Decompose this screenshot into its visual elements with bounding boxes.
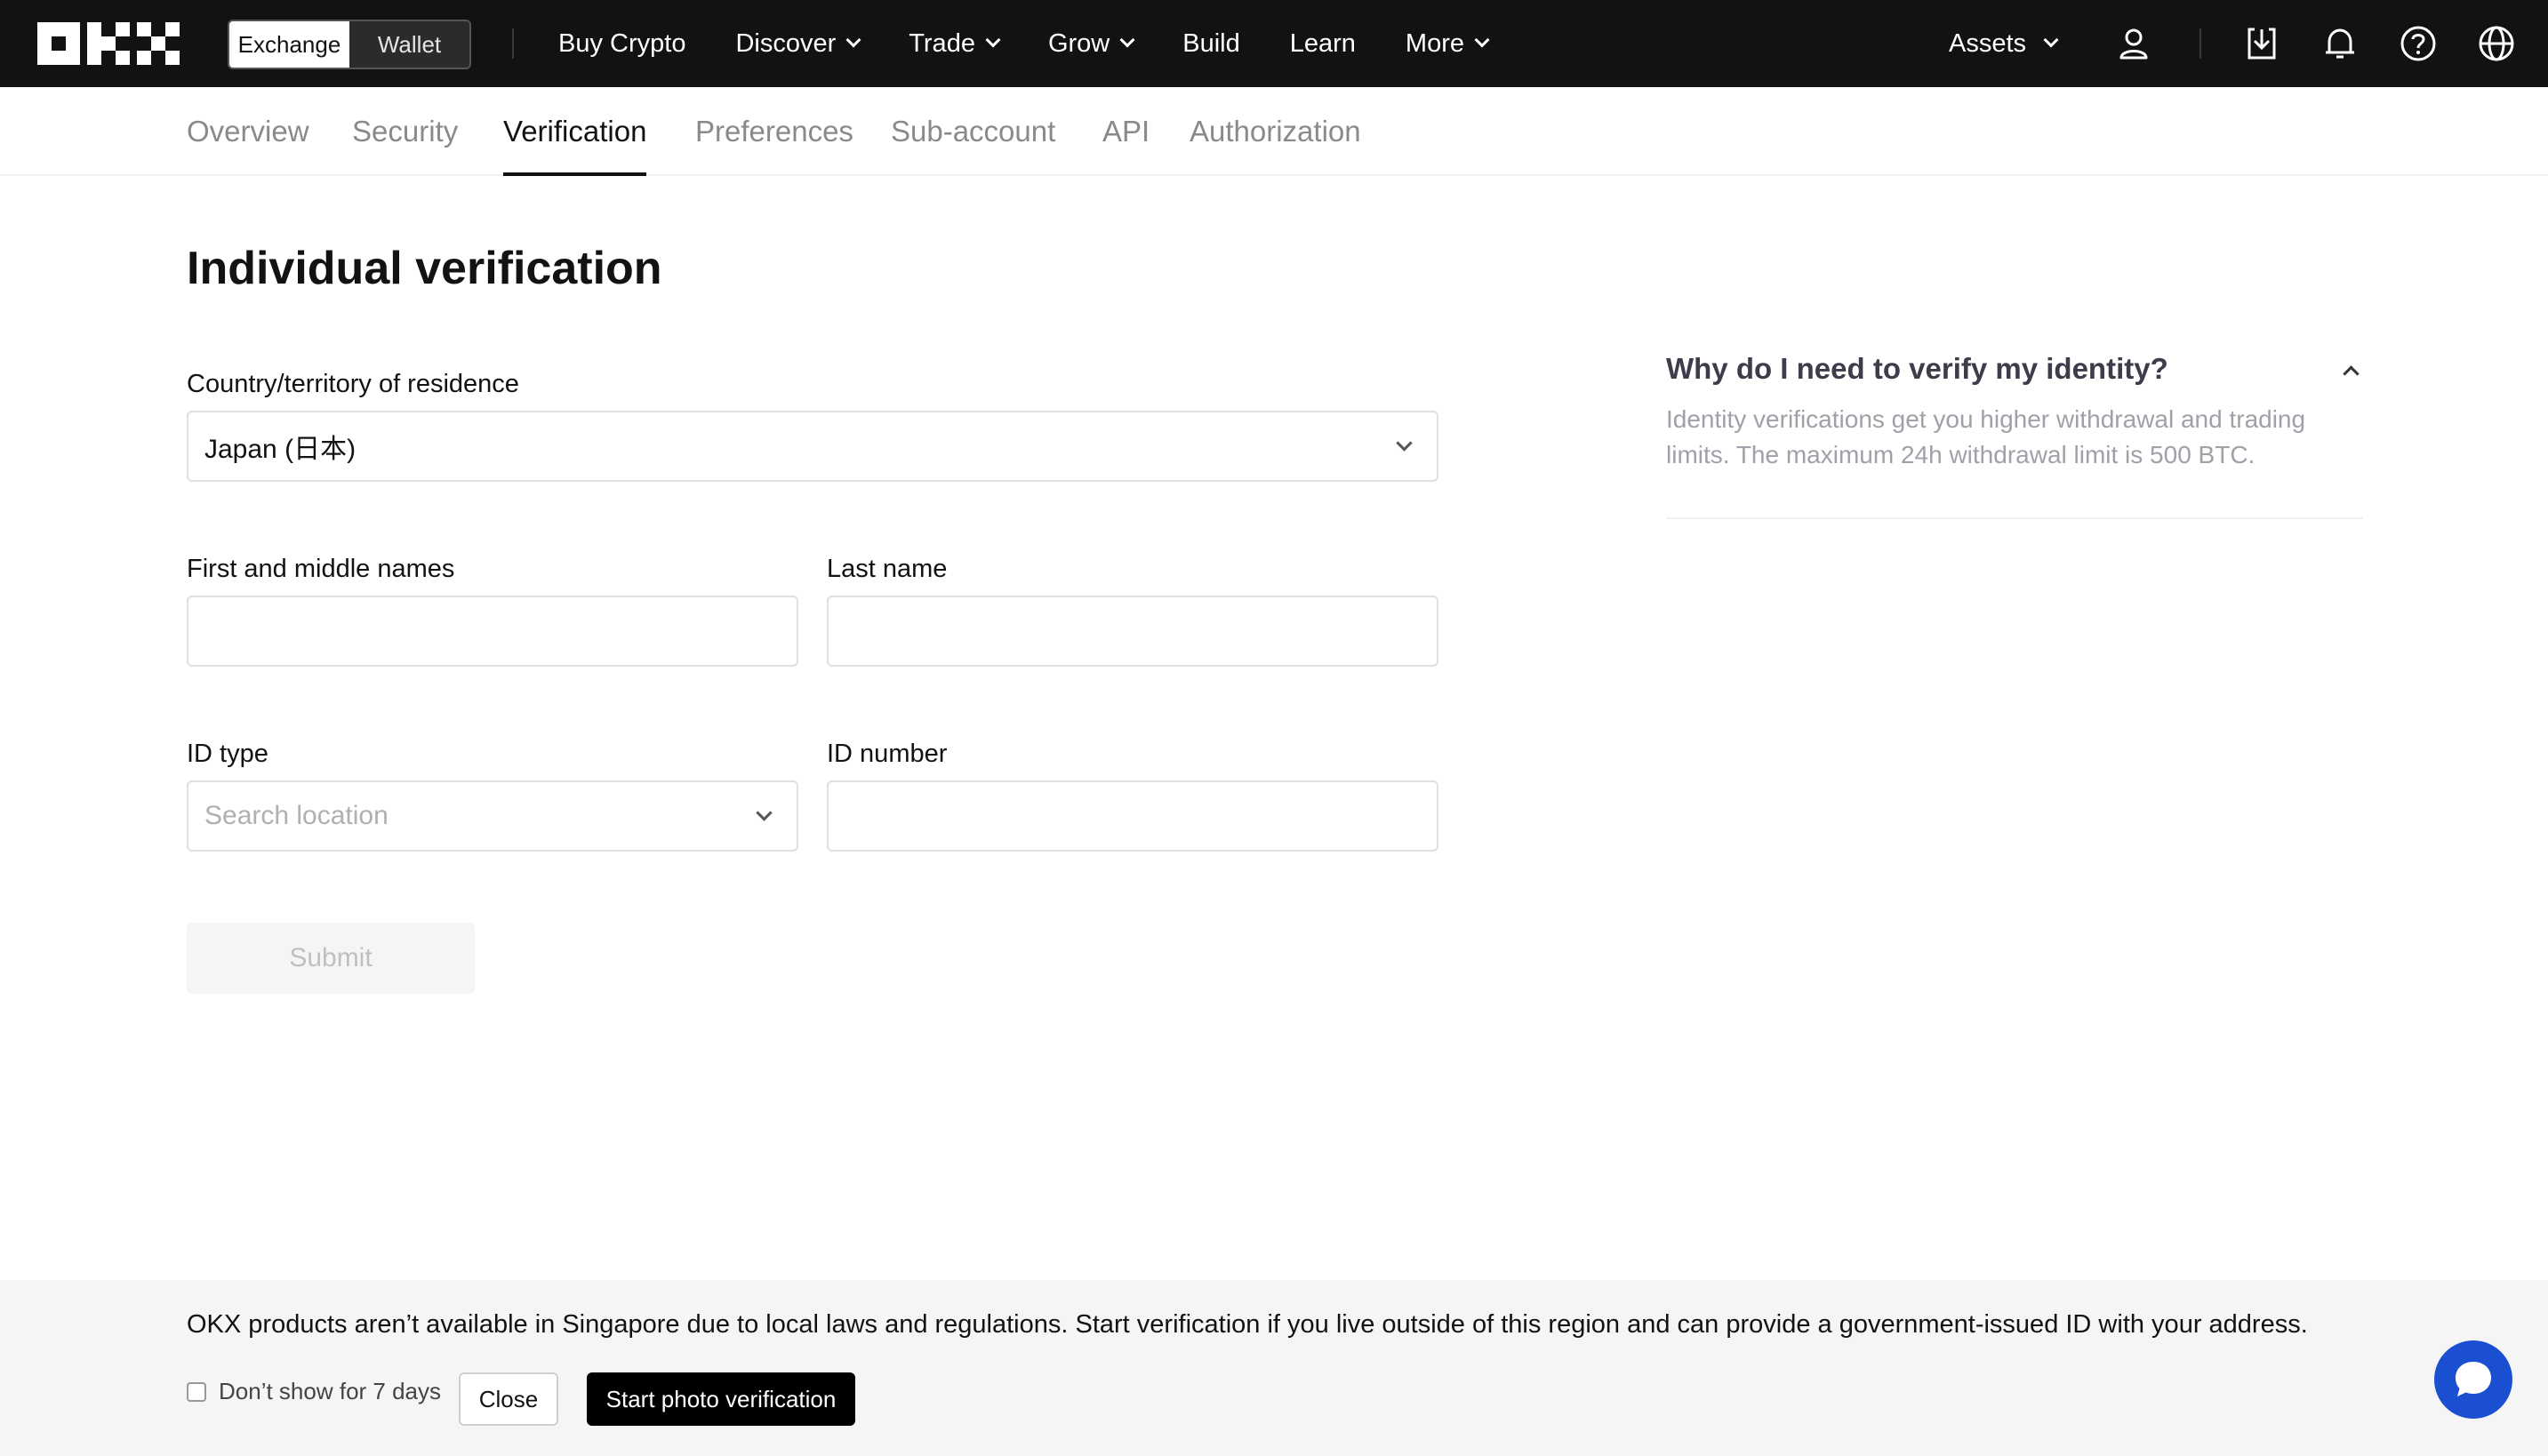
first-name-field-wrapper (187, 596, 798, 667)
nav-label: Learn (1289, 28, 1356, 58)
nav-learn[interactable]: Learn (1290, 29, 1356, 59)
wallet-toggle[interactable]: Wallet (349, 21, 469, 68)
tools-divider (2199, 28, 2201, 59)
nav-grow[interactable]: Grow (1047, 28, 1135, 59)
assets-menu[interactable]: Assets (1949, 0, 2059, 87)
top-navigation-bar: Exchange Wallet Buy Crypto Discover Trad… (0, 0, 2548, 87)
region-notice-banner: OKX products aren’t available in Singapo… (0, 1280, 2548, 1456)
start-photo-verification-button[interactable]: Start photo verification (587, 1372, 855, 1426)
tab-sub-account[interactable]: Sub-account (891, 87, 1055, 176)
chevron-down-icon (845, 32, 861, 48)
account-subnav: Overview Security Verification Preferenc… (0, 87, 2548, 176)
first-name-input[interactable] (204, 597, 797, 665)
nav-label: More (1405, 28, 1464, 58)
page-title: Individual verification (187, 243, 662, 294)
last-name-label: Last name (827, 555, 948, 583)
chevron-down-icon (2043, 32, 2059, 48)
first-name-label: First and middle names (187, 555, 455, 583)
faq-question[interactable]: Why do I need to verify my identity? (1666, 352, 2168, 386)
tab-authorization[interactable]: Authorization (1190, 87, 1361, 176)
submit-button[interactable]: Submit (187, 923, 475, 994)
nav-trade[interactable]: Trade (909, 28, 1001, 59)
id-type-search-input[interactable] (204, 782, 797, 850)
tab-verification[interactable]: Verification (503, 87, 647, 176)
main-nav: Buy Crypto Discover Trade Grow Build Lea… (558, 0, 1537, 87)
nav-label: Discover (735, 28, 837, 58)
id-type-label: ID type (187, 740, 268, 768)
tab-security[interactable]: Security (352, 87, 458, 176)
dont-show-option[interactable]: Don’t show for 7 days (187, 1378, 441, 1405)
nav-divider (512, 28, 514, 59)
id-number-field-wrapper (827, 780, 1438, 852)
country-value: Japan (日本) (204, 435, 357, 464)
faq-divider (1666, 517, 2363, 519)
dont-show-checkbox[interactable] (187, 1381, 206, 1402)
chat-bubble-icon (2456, 1362, 2491, 1396)
chevron-down-icon (1474, 32, 1490, 48)
country-select[interactable]: Japan (日本) (187, 411, 1438, 482)
id-number-input[interactable] (845, 782, 1437, 850)
nav-label: Grow (1047, 28, 1110, 58)
tab-api[interactable]: API (1102, 87, 1150, 176)
exchange-wallet-switcher: Exchange Wallet (228, 20, 471, 69)
user-icon[interactable] (2114, 24, 2153, 63)
country-label: Country/territory of residence (187, 370, 519, 398)
nav-discover[interactable]: Discover (735, 28, 861, 59)
id-number-label: ID number (827, 740, 948, 768)
faq-answer: Identity verifications get you higher wi… (1666, 405, 2306, 468)
chevron-down-icon (985, 32, 1001, 48)
exchange-toggle[interactable]: Exchange (229, 21, 349, 68)
last-name-field-wrapper (827, 596, 1438, 667)
nav-build[interactable]: Build (1182, 29, 1240, 59)
assets-label: Assets (1949, 28, 2027, 58)
chat-support-button[interactable] (2434, 1340, 2512, 1419)
last-name-input[interactable] (845, 597, 1437, 665)
tab-preferences[interactable]: Preferences (695, 87, 853, 176)
okx-logo[interactable] (37, 22, 180, 65)
dont-show-label: Don’t show for 7 days (219, 1378, 442, 1404)
nav-more[interactable]: More (1405, 28, 1490, 59)
id-type-select[interactable] (187, 780, 798, 852)
nav-label: Buy Crypto (558, 28, 686, 58)
notice-message: OKX products aren’t available in Singapo… (187, 1310, 2308, 1339)
nav-label: Trade (909, 28, 975, 58)
bell-icon[interactable] (2320, 24, 2360, 63)
help-icon[interactable] (2399, 24, 2438, 63)
chevron-up-icon[interactable] (2343, 365, 2360, 382)
download-icon[interactable] (2242, 24, 2281, 63)
chevron-down-icon (1396, 435, 1413, 452)
close-button[interactable]: Close (459, 1372, 558, 1426)
globe-icon[interactable] (2477, 24, 2516, 63)
nav-label: Build (1182, 28, 1240, 58)
nav-buy-crypto[interactable]: Buy Crypto (558, 29, 685, 59)
chevron-down-icon (1119, 32, 1135, 48)
tab-overview[interactable]: Overview (187, 87, 309, 176)
